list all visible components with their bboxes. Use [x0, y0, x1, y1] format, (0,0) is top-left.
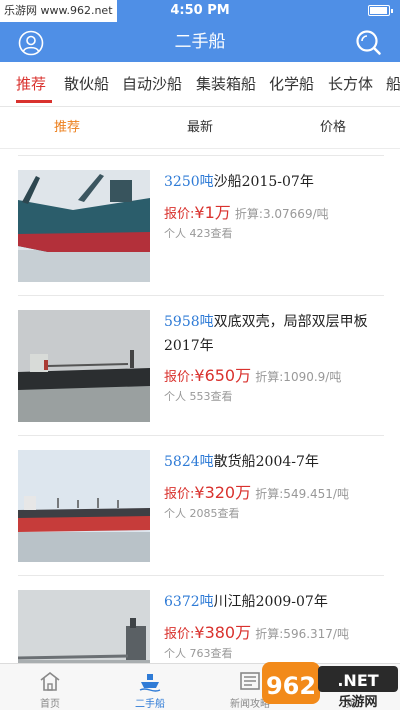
sort-latest[interactable]: 最新	[187, 107, 213, 149]
list-item[interactable]: 3250吨沙船2015-07年 报价:¥1万 折算:3.07669/吨 个人 4…	[18, 155, 384, 295]
ship-icon	[139, 674, 161, 692]
tab-chemical-ship[interactable]: 化学船	[269, 62, 314, 106]
list-item[interactable]: 5824吨散货船2004-7年 报价:¥320万 折算:549.451/吨 个人…	[18, 435, 384, 575]
listing-name: 川江船2009-07年	[213, 594, 328, 610]
listing-meta: 个人 763查看	[164, 647, 233, 660]
svg-text:乐游网: 乐游网	[338, 694, 377, 710]
battery-icon	[368, 5, 393, 16]
price-value: ¥1万	[194, 203, 231, 222]
listing-title: 5958吨双底双壳，局部双层甲板2017年	[164, 310, 384, 358]
svg-text:.NET: .NET	[337, 671, 378, 690]
sort-recommend[interactable]: 推荐	[54, 107, 80, 149]
listing-price: 报价:¥650万 折算:1090.9/吨	[164, 362, 341, 386]
page-title: 二手船	[174, 32, 226, 52]
listing-tonnage: 5824吨	[164, 454, 214, 470]
tab-cuboid[interactable]: 长方体	[328, 62, 373, 106]
listing-title: 5824吨散货船2004-7年	[164, 450, 384, 474]
listing-meta: 个人 2085查看	[164, 507, 240, 520]
active-tab-indicator	[16, 100, 52, 103]
list-item[interactable]: 5958吨双底双壳，局部双层甲板2017年 报价:¥650万 折算:1090.9…	[18, 295, 384, 435]
price-value: ¥650万	[194, 366, 252, 385]
962-watermark-logo: 962 .NET 乐游网	[262, 662, 398, 710]
tab-home-label: 首页	[40, 699, 60, 710]
listing-meta: 个人 423查看	[164, 227, 233, 240]
ship-photo	[18, 450, 150, 562]
tab-partnership-ship[interactable]: 散伙船	[64, 62, 109, 106]
tab-used-ship-label: 二手船	[135, 699, 165, 710]
listing-name: 沙船2015-07年	[213, 174, 314, 190]
listing-title: 6372吨川江船2009-07年	[164, 590, 384, 614]
price-per-ton: 折算:596.317/吨	[255, 627, 349, 641]
tab-container-ship[interactable]: 集装箱船	[196, 62, 256, 106]
site-watermark: 乐游网 www.962.net	[0, 0, 117, 22]
listing-tonnage: 6372吨	[164, 594, 214, 610]
listing-tonnage: 5958吨	[164, 314, 214, 330]
category-tabs: 推荐 散伙船 自动沙船 集装箱船 化学船 长方体 船	[0, 62, 400, 107]
home-icon	[40, 671, 60, 691]
price-label: 报价:	[164, 627, 195, 642]
listing-tonnage: 3250吨	[164, 174, 214, 190]
nav-bar: 二手船	[0, 22, 400, 62]
sort-price[interactable]: 价格	[320, 107, 346, 149]
listing-price: 报价:¥380万 折算:596.317/吨	[164, 619, 349, 643]
ship-photo	[18, 310, 150, 422]
price-label: 报价:	[164, 370, 195, 385]
price-value: ¥380万	[194, 623, 252, 642]
listing-name: 散货船2004-7年	[213, 454, 319, 470]
price-label: 报价:	[164, 487, 195, 502]
sort-bar: 推荐 最新 价格	[0, 107, 400, 149]
price-label: 报价:	[164, 207, 195, 222]
listing-meta: 个人 553查看	[164, 390, 233, 403]
listing-price: 报价:¥320万 折算:549.451/吨	[164, 479, 349, 503]
price-per-ton: 折算:549.451/吨	[255, 487, 349, 501]
tab-used-ship[interactable]: 二手船	[100, 664, 200, 711]
tab-home[interactable]: 首页	[0, 664, 100, 711]
tab-auto-sand-ship[interactable]: 自动沙船	[122, 62, 182, 106]
news-icon	[240, 672, 260, 690]
price-per-ton: 折算:3.07669/吨	[234, 207, 329, 221]
price-value: ¥320万	[194, 483, 252, 502]
tab-ship-more[interactable]: 船	[386, 62, 400, 106]
price-per-ton: 折算:1090.9/吨	[255, 370, 342, 384]
listing-title: 3250吨沙船2015-07年	[164, 170, 384, 194]
search-icon[interactable]	[354, 28, 382, 56]
svg-text:962: 962	[266, 672, 316, 700]
listing-price: 报价:¥1万 折算:3.07669/吨	[164, 199, 329, 223]
ship-photo	[18, 170, 150, 282]
